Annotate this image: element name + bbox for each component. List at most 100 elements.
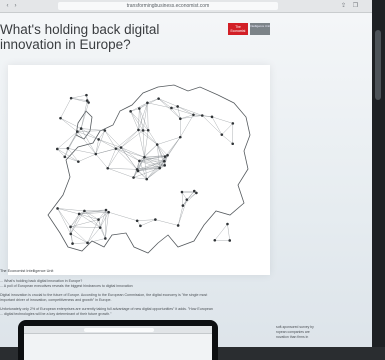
network-link — [183, 193, 197, 206]
network-link — [147, 99, 158, 103]
brand-logo[interactable]: The Economist — [228, 23, 248, 35]
network-node — [232, 122, 235, 125]
map-illustration — [8, 65, 270, 275]
network-link — [134, 178, 147, 180]
network-node — [56, 148, 59, 151]
network-node — [104, 129, 107, 132]
network-node — [143, 156, 146, 159]
network-node — [226, 223, 229, 226]
network-node — [163, 164, 166, 167]
network-node — [67, 147, 70, 150]
tablet-url-bar[interactable] — [84, 328, 154, 332]
network-node — [136, 168, 139, 171]
network-node — [142, 129, 145, 132]
network-node — [85, 94, 88, 97]
network-node — [163, 160, 166, 163]
article-headline: What's holding back digital innovation i… — [0, 22, 220, 52]
network-link — [100, 228, 105, 239]
network-link — [71, 227, 88, 243]
network-link — [139, 103, 147, 109]
network-link — [71, 211, 85, 227]
network-node — [201, 114, 204, 117]
network-node — [97, 138, 100, 141]
network-node — [137, 129, 140, 132]
network-node — [138, 160, 141, 163]
network-link — [147, 157, 165, 179]
network-link — [79, 214, 98, 220]
network-link — [58, 208, 85, 210]
network-link — [108, 149, 116, 169]
network-link — [178, 200, 187, 226]
network-link — [57, 132, 77, 149]
network-link — [109, 212, 138, 221]
network-link — [165, 137, 180, 156]
network-link — [215, 224, 228, 240]
network-node — [221, 133, 224, 136]
network-node — [138, 107, 141, 110]
network-node — [76, 130, 79, 133]
network-node — [231, 142, 234, 145]
side-text-3: novation than firms in — [276, 335, 316, 340]
back-chevron-icon[interactable]: ‹ — [4, 2, 11, 10]
network-link — [61, 118, 78, 131]
network-link — [81, 129, 105, 131]
article-page: What's holding back digital innovation i… — [0, 13, 372, 347]
url-bar[interactable]: transformingbusiness.economist.com — [58, 2, 278, 10]
network-link — [58, 208, 71, 233]
scrollbar-thumb[interactable] — [375, 30, 381, 100]
article-line-4: important driver of innovation, competit… — [0, 298, 300, 303]
network-node — [78, 213, 81, 216]
network-link — [202, 115, 222, 134]
network-node — [146, 102, 149, 105]
network-link — [121, 130, 138, 148]
network-node — [166, 154, 169, 157]
network-link — [144, 145, 157, 158]
network-link — [131, 111, 143, 130]
network-link — [57, 148, 68, 149]
network-link — [182, 192, 183, 206]
network-node — [145, 178, 148, 181]
network-node — [211, 116, 214, 119]
network-link — [108, 168, 137, 169]
forward-chevron-icon[interactable]: › — [12, 2, 19, 10]
background-scroll-panel — [372, 0, 385, 347]
network-link — [68, 132, 78, 149]
network-node — [132, 176, 135, 179]
network-node — [86, 242, 89, 245]
tabs-icon[interactable]: ❐ — [352, 2, 359, 10]
europe-outline — [48, 85, 250, 253]
network-link — [96, 131, 105, 155]
network-link — [96, 139, 99, 154]
network-link — [96, 154, 108, 168]
network-link — [65, 148, 68, 156]
network-node — [104, 237, 107, 240]
network-link — [71, 234, 88, 243]
network-node — [156, 143, 159, 146]
network-node — [158, 167, 161, 170]
network-node — [176, 105, 179, 108]
network-link — [147, 103, 148, 130]
network-link — [71, 211, 85, 234]
article-line-2: ... A poll of European executives reveal… — [0, 284, 300, 289]
share-icon[interactable]: ⇪ — [340, 2, 347, 10]
network-node — [177, 224, 180, 227]
network-link — [79, 214, 100, 228]
network-node — [129, 110, 132, 113]
network-link — [105, 131, 116, 149]
tablet-device — [18, 320, 218, 360]
network-node — [107, 211, 110, 214]
network-link — [139, 99, 158, 109]
brand-sub-logo[interactable]: Intelligence Unit — [250, 23, 270, 35]
network-node — [179, 136, 182, 139]
network-link — [78, 154, 95, 162]
network-link — [121, 130, 143, 147]
network-link — [178, 206, 183, 226]
network-node — [77, 160, 80, 163]
network-node — [120, 146, 123, 149]
network-node — [69, 226, 72, 229]
network-node — [157, 97, 160, 100]
network-node — [69, 233, 72, 236]
network-node — [193, 190, 196, 193]
network-node — [64, 156, 67, 159]
network-node — [71, 242, 74, 245]
